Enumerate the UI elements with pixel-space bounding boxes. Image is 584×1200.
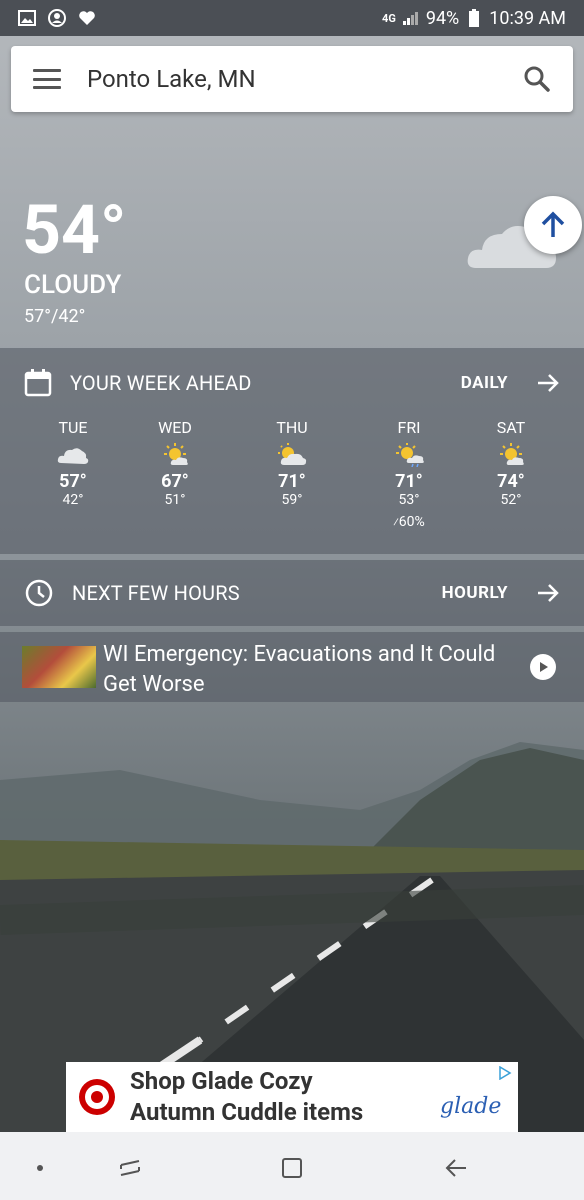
recent-apps-icon[interactable]	[118, 1156, 142, 1180]
sun-rain-icon	[396, 443, 424, 467]
news-thumbnail[interactable]	[22, 646, 96, 688]
dot-indicator-icon	[37, 1165, 43, 1171]
ad-text-line2: Autumn Cuddle items	[130, 1098, 364, 1126]
arrow-up-icon	[541, 211, 565, 237]
day-low: 53°	[398, 492, 420, 508]
calendar-icon	[24, 369, 52, 397]
partly-sunny-icon	[164, 443, 188, 465]
week-ahead-panel: YOUR WEEK AHEAD DAILY TUE 57° 42° WED 67…	[0, 348, 584, 554]
cloudy-icon	[57, 448, 89, 464]
precipitation-value: 60%	[398, 514, 425, 530]
day-name: THU	[276, 418, 308, 437]
precipitation-chance: ⁄60%	[369, 514, 449, 530]
daily-forecast-row: TUE 57° 42° WED 67° 51° THU 71° 59° FRI …	[0, 418, 584, 548]
arrow-right-icon[interactable]	[536, 581, 560, 605]
play-icon[interactable]	[530, 654, 556, 680]
day-high: 67°	[161, 471, 189, 492]
day-forecast[interactable]: WED 67° 51°	[135, 418, 215, 508]
day-name: FRI	[397, 418, 421, 437]
back-icon[interactable]	[444, 1156, 468, 1180]
hourly-link[interactable]: HOURLY	[442, 583, 508, 603]
hamburger-menu-icon[interactable]	[33, 69, 61, 89]
day-forecast[interactable]: FRI 71° 53° ⁄60%	[369, 418, 449, 530]
search-icon[interactable]	[523, 65, 551, 93]
battery-percent: 94%	[425, 7, 460, 29]
location-name[interactable]: Ponto Lake, MN	[87, 65, 256, 93]
news-video-item[interactable]: WI Emergency: Evacuations and It Could G…	[0, 632, 584, 702]
week-ahead-title: YOUR WEEK AHEAD	[70, 371, 252, 395]
next-hours-panel[interactable]: NEXT FEW HOURS HOURLY	[0, 560, 584, 626]
signal-icon	[402, 9, 420, 27]
current-condition: CLOUDY	[24, 270, 122, 300]
day-high: 71°	[278, 471, 306, 492]
ad-text[interactable]: Shop Glade Cozy Autumn Cuddle items	[130, 1066, 363, 1128]
day-name: SAT	[496, 418, 526, 437]
current-temperature: 54°	[22, 190, 127, 270]
clock: 10:39 AM	[489, 7, 566, 29]
day-high: 71°	[395, 471, 423, 492]
arrow-right-icon[interactable]	[536, 371, 560, 395]
glade-logo: glade	[440, 1094, 502, 1119]
advertisement-banner[interactable]: Shop Glade Cozy Autumn Cuddle items glad…	[66, 1062, 518, 1132]
home-icon[interactable]	[280, 1156, 304, 1180]
clock-icon	[25, 579, 53, 607]
day-high: 57°	[59, 471, 87, 492]
system-nav-bar	[0, 1132, 584, 1200]
day-low: 42°	[62, 492, 84, 508]
battery-icon	[465, 9, 483, 27]
day-high: 74°	[497, 471, 525, 492]
news-headline[interactable]: WI Emergency: Evacuations and It Could G…	[103, 640, 503, 700]
day-low: 59°	[281, 492, 303, 508]
scroll-up-button[interactable]	[524, 196, 582, 254]
ad-choices-icon[interactable]	[498, 1066, 512, 1080]
target-logo-icon	[79, 1079, 115, 1115]
current-hi-lo: 57°/42°	[24, 306, 86, 327]
day-name: TUE	[58, 418, 88, 437]
partly-sunny-icon	[500, 443, 524, 465]
heart-icon	[78, 9, 96, 27]
day-forecast[interactable]: TUE 57° 42°	[33, 418, 113, 508]
next-hours-title: NEXT FEW HOURS	[72, 581, 240, 605]
daily-link[interactable]: DAILY	[461, 373, 508, 393]
day-name: WED	[158, 418, 192, 437]
day-forecast[interactable]: THU 71° 59°	[252, 418, 332, 508]
day-low: 52°	[500, 492, 522, 508]
day-low: 51°	[164, 492, 186, 508]
status-bar: 4G 94% 10:39 AM	[0, 0, 584, 36]
image-icon	[18, 9, 36, 27]
partly-cloudy-icon	[278, 443, 307, 465]
network-indicator: 4G	[382, 11, 396, 25]
day-forecast[interactable]: SAT 74° 52°	[471, 418, 551, 508]
location-search-bar[interactable]: Ponto Lake, MN	[11, 46, 573, 112]
ad-text-line1: Shop Glade Cozy	[130, 1067, 313, 1095]
account-circle-icon	[48, 9, 66, 27]
